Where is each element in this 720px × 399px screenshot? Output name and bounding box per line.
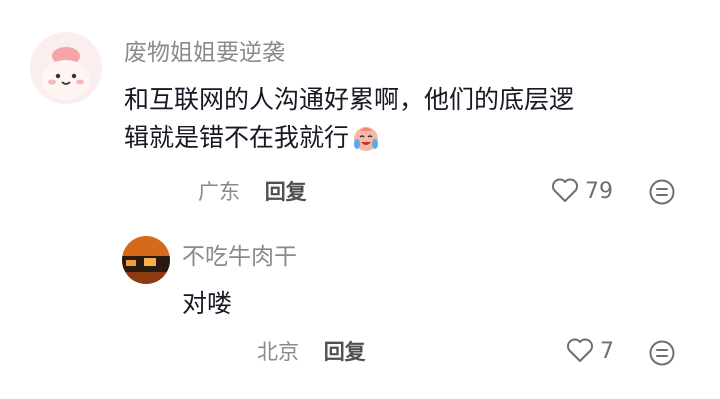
comment-location: 北京 <box>257 340 299 364</box>
comment-options-button[interactable] <box>648 178 676 210</box>
reply-button[interactable]: 回复 <box>324 340 366 364</box>
like-count: 7 <box>600 339 614 364</box>
heart-icon <box>551 177 579 207</box>
comment-text-body: 和互联网的人沟通好累啊，他们的底层逻辑就是错不在我就行 <box>124 85 575 152</box>
avatar[interactable] <box>122 236 170 284</box>
comment-meta: 广东 回复 <box>198 178 307 206</box>
comment-username[interactable]: 废物姐姐要逆袭 <box>124 38 285 68</box>
like-count: 79 <box>585 179 613 204</box>
comment-username[interactable]: 不吃牛肉干 <box>182 242 297 272</box>
crying-laughing-emoji-icon <box>351 122 381 163</box>
avatar[interactable] <box>30 32 102 104</box>
avatar-image <box>30 32 102 104</box>
heart-icon <box>566 337 594 367</box>
comment-text: 对喽 <box>182 289 233 318</box>
emoji-reaction-icon <box>649 179 675 205</box>
emoji-reaction-icon <box>649 340 675 366</box>
avatar-image <box>122 236 170 284</box>
comment-location: 广东 <box>198 180 240 204</box>
comment-text: 和互联网的人沟通好累啊，他们的底层逻辑就是错不在我就行 <box>124 81 574 163</box>
like-button[interactable]: 7 <box>566 338 614 366</box>
comment-meta: 北京 回复 <box>257 338 366 366</box>
comment-options-button[interactable] <box>648 339 676 371</box>
reply-button[interactable]: 回复 <box>265 180 307 204</box>
like-button[interactable]: 79 <box>551 178 613 206</box>
